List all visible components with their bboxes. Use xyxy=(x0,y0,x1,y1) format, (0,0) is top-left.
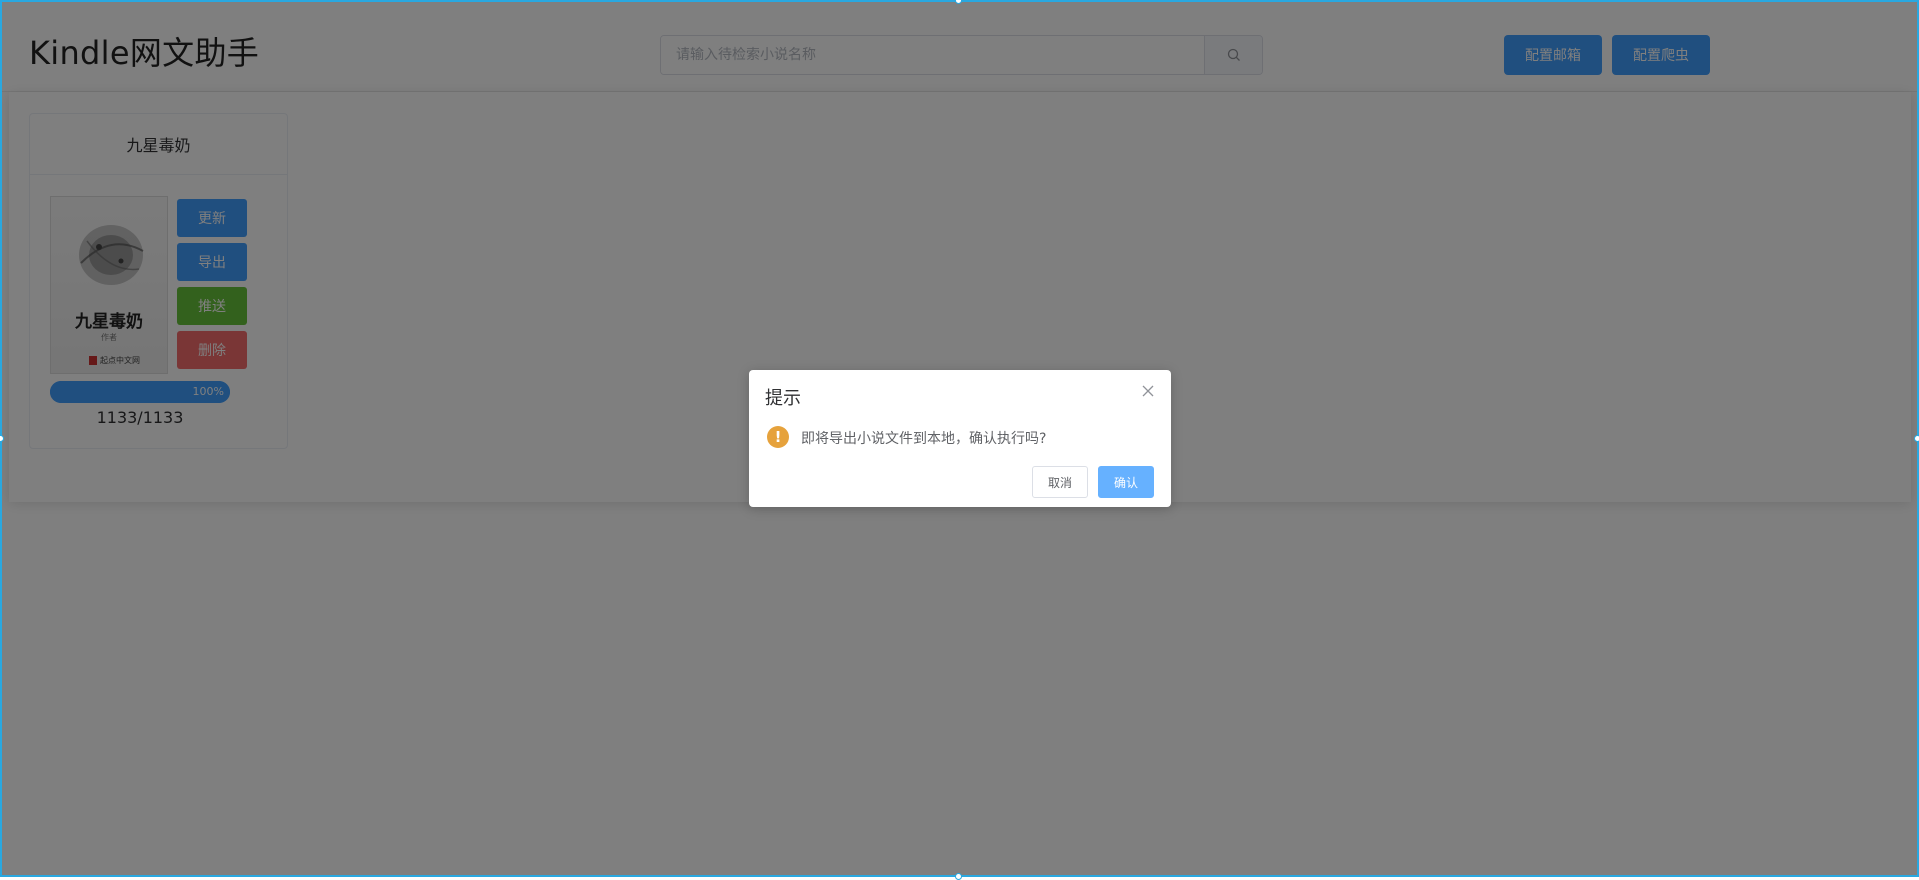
resize-handle-right[interactable] xyxy=(1914,435,1919,442)
selection-frame xyxy=(0,0,1919,877)
